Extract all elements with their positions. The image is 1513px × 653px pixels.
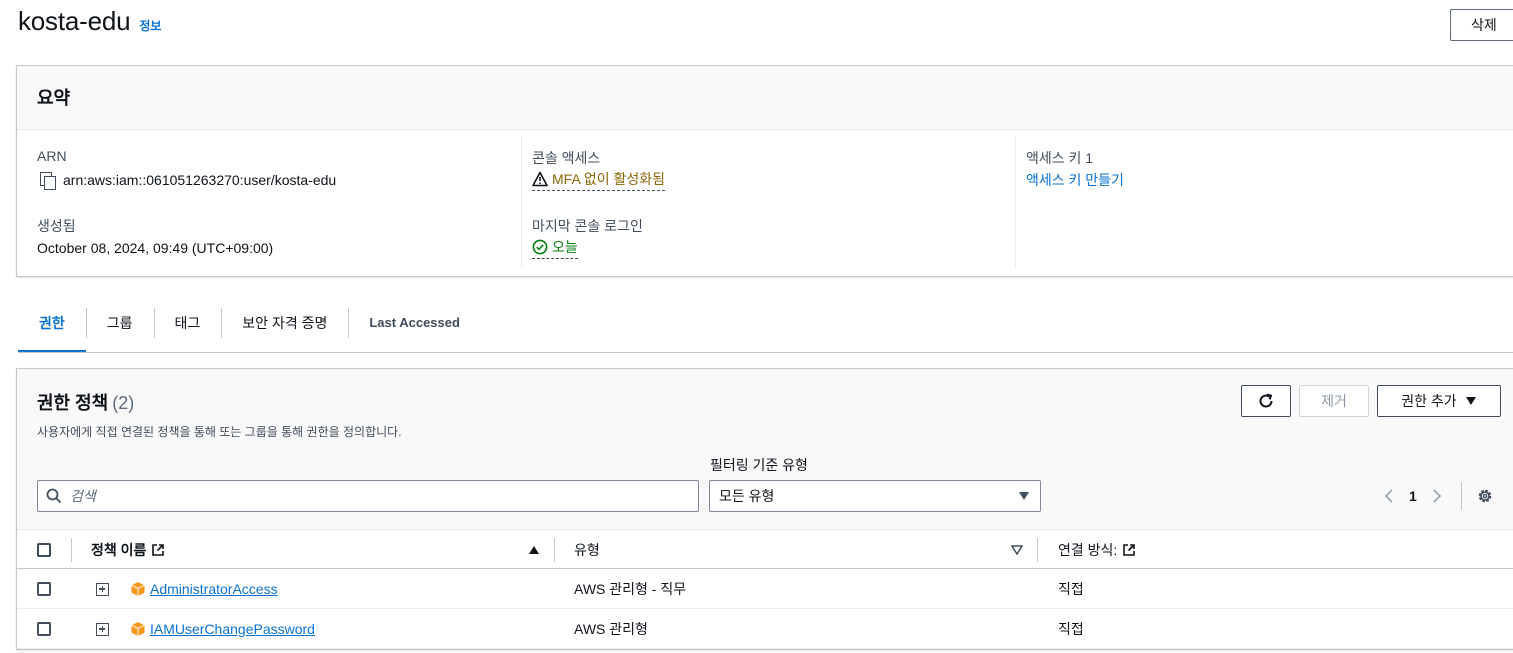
policy-attach-cell: 직접 <box>1058 581 1084 597</box>
chevron-left-icon[interactable] <box>1383 489 1395 503</box>
column-attach-label: 연결 방식: <box>1058 541 1118 558</box>
refresh-button[interactable] <box>1241 385 1291 417</box>
tab-security-credentials[interactable]: 보안 자격 증명 <box>221 304 348 344</box>
summary-header: 요약 <box>17 66 1513 130</box>
table-row: AdministratorAccess AWS 관리형 - 직무 직접 <box>17 569 1513 609</box>
warning-icon <box>532 171 548 187</box>
copy-icon[interactable] <box>39 171 57 190</box>
column-divider <box>554 538 555 562</box>
policies-title-text: 권한 정책 <box>37 393 109 413</box>
caret-down-icon <box>1019 492 1029 500</box>
pagination: 1 <box>1383 480 1494 512</box>
select-all-cell <box>37 530 51 569</box>
policy-attach-cell: 직접 <box>1058 621 1084 637</box>
caret-down-icon <box>1465 397 1476 405</box>
policies-table-header: 정책 이름 유형 연결 방식: <box>17 529 1513 569</box>
last-login-text: 오늘 <box>552 239 578 255</box>
created-value: October 08, 2024, 09:49 (UTC+09:00) <box>37 240 274 256</box>
tab-groups[interactable]: 그룹 <box>85 304 154 344</box>
row-select-cell <box>37 609 51 649</box>
access-key-label: 액세스 키 1 <box>1026 150 1094 166</box>
column-type[interactable]: 유형 <box>574 530 600 569</box>
search-placeholder: 검색 <box>70 488 96 504</box>
policy-name-link[interactable]: AdministratorAccess <box>150 581 278 597</box>
column-policy-name[interactable]: 정책 이름 <box>91 530 165 569</box>
row-checkbox[interactable] <box>37 622 51 636</box>
column-policy-name-label: 정책 이름 <box>91 541 147 558</box>
add-permissions-label: 권한 추가 <box>1401 393 1457 409</box>
external-link-icon <box>152 543 165 556</box>
console-access-status[interactable]: MFA 없이 활성화됨 <box>532 169 666 191</box>
arn-text: arn:aws:iam::061051263270:user/kosta-edu <box>63 172 337 188</box>
summary-column-console: 콘솔 액세스 MFA 없이 활성화됨 마지막 콘솔 로그인 오늘 <box>521 136 1015 268</box>
chevron-right-icon[interactable] <box>1431 489 1443 503</box>
arn-label: ARN <box>37 148 67 164</box>
column-divider <box>71 538 72 562</box>
column-attach-method[interactable]: 연결 방식: <box>1058 530 1136 569</box>
permission-policies-panel: 권한 정책 (2) 사용자에게 직접 연결된 정책을 통해 또는 그룹을 통해 권… <box>16 368 1513 650</box>
policy-cube-icon <box>131 582 145 596</box>
summary-column-access-keys: 액세스 키 1 액세스 키 만들기 <box>1015 136 1513 268</box>
column-type-label: 유형 <box>574 541 600 558</box>
sort-descending-icon[interactable] <box>1011 530 1023 569</box>
check-circle-icon <box>532 239 548 255</box>
type-filter-select[interactable]: 모든 유형 <box>709 480 1041 512</box>
external-link-icon <box>1123 543 1136 556</box>
type-filter-value: 모든 유형 <box>719 488 775 504</box>
gear-icon[interactable] <box>1476 487 1494 505</box>
console-access-label: 콘솔 액세스 <box>532 150 601 166</box>
tab-divider <box>18 352 1513 353</box>
refresh-icon <box>1259 393 1273 408</box>
arn-value: arn:aws:iam::061051263270:user/kosta-edu <box>37 170 521 190</box>
remove-button[interactable]: 제거 <box>1299 385 1369 417</box>
row-checkbox[interactable] <box>37 582 51 596</box>
tab-permissions[interactable]: 권한 <box>18 304 86 353</box>
tab-last-accessed[interactable]: Last Accessed <box>348 304 481 344</box>
info-link[interactable]: 정보 <box>139 17 161 34</box>
pager-divider <box>1460 482 1462 510</box>
policies-title: 권한 정책 (2) <box>37 389 134 415</box>
tab-tags[interactable]: 태그 <box>153 304 222 344</box>
console-access-text: MFA 없이 활성화됨 <box>552 171 666 187</box>
expand-icon[interactable] <box>96 622 109 636</box>
created-label: 생성됨 <box>37 218 76 234</box>
policy-name-cell: IAMUserChangePassword <box>130 609 315 649</box>
add-permissions-button[interactable]: 권한 추가 <box>1377 385 1501 417</box>
last-login-status[interactable]: 오늘 <box>532 237 578 259</box>
policy-name-cell: AdministratorAccess <box>130 569 278 609</box>
access-key-value: 액세스 키 만들기 <box>1026 170 1513 190</box>
search-icon <box>46 488 62 504</box>
tab-bar: 권한 그룹 태그 보안 자격 증명 Last Accessed <box>18 304 481 353</box>
summary-title: 요약 <box>37 88 71 108</box>
delete-button[interactable]: 삭제 <box>1450 9 1513 41</box>
search-input[interactable]: 검색 <box>37 480 699 512</box>
row-expand-cell <box>96 569 109 609</box>
table-row: IAMUserChangePassword AWS 관리형 직접 <box>17 609 1513 649</box>
filter-type-label: 필터링 기준 유형 <box>710 457 808 473</box>
summary-panel: 요약 ARN arn:aws:iam::061051263270:user/ko… <box>16 65 1513 277</box>
page-header: kosta-edu 정보 <box>18 6 161 37</box>
summary-column-arn: ARN arn:aws:iam::061051263270:user/kosta… <box>37 136 521 268</box>
column-divider <box>1037 538 1038 562</box>
policy-type-cell: AWS 관리형 - 직무 <box>574 581 687 597</box>
policy-name-link[interactable]: IAMUserChangePassword <box>150 621 315 637</box>
page-number[interactable]: 1 <box>1409 488 1417 504</box>
sort-ascending-icon[interactable] <box>528 530 540 569</box>
policies-count: (2) <box>112 393 135 413</box>
expand-icon[interactable] <box>96 582 109 596</box>
policies-description: 사용자에게 직접 연결된 정책을 통해 또는 그룹을 통해 권한을 정의합니다. <box>37 425 402 439</box>
policy-cube-icon <box>131 622 145 636</box>
last-login-value: 오늘 <box>532 237 1015 259</box>
last-login-label: 마지막 콘솔 로그인 <box>532 218 643 234</box>
row-select-cell <box>37 569 51 609</box>
policy-type-cell: AWS 관리형 <box>574 621 648 637</box>
create-access-key-link[interactable]: 액세스 키 만들기 <box>1026 170 1124 190</box>
page-title: kosta-edu <box>18 6 131 36</box>
select-all-checkbox[interactable] <box>37 542 51 557</box>
console-access-value: MFA 없이 활성화됨 <box>532 169 1015 191</box>
row-expand-cell <box>96 609 109 649</box>
